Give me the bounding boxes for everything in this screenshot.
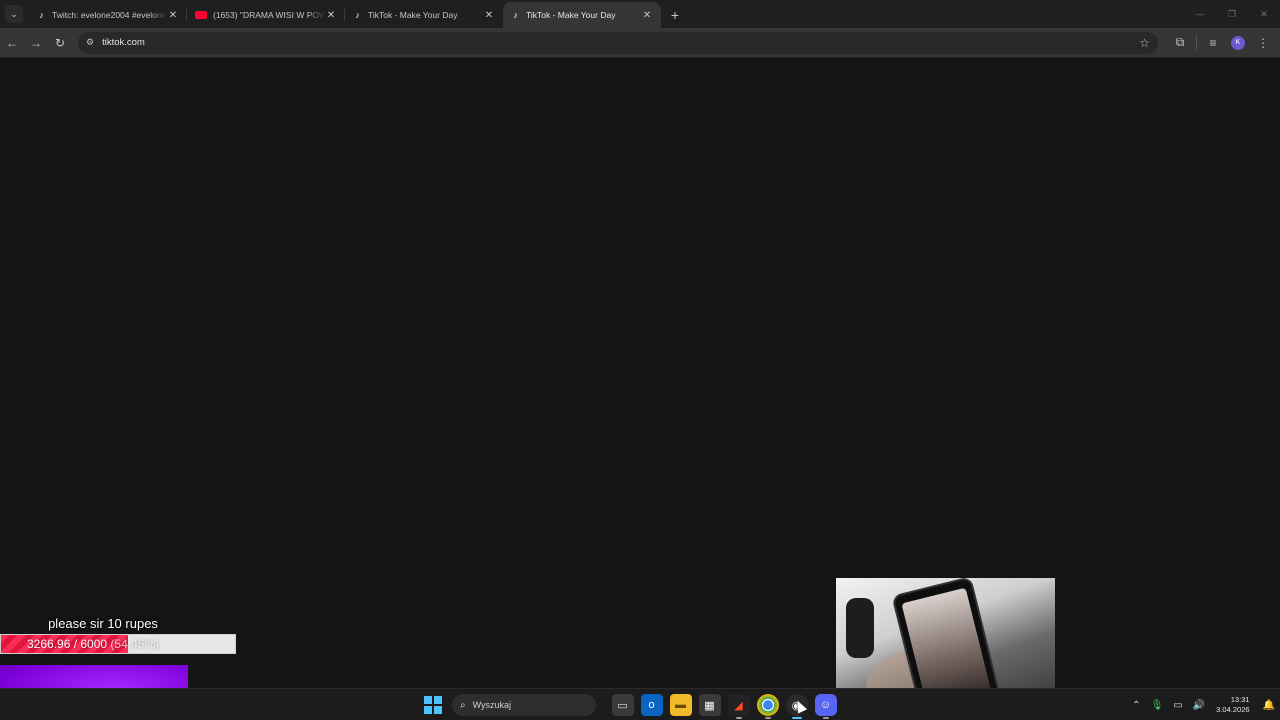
tiktok-icon: ♪ — [513, 10, 518, 20]
tiktok-icon: ♪ — [39, 10, 44, 20]
taskbar: ⌕ Wyszukaj ▭ o ▬ ▦ ◢ ◉ ☺ ⌃ 🎙 ▭ 🔊 13:31 3… — [0, 688, 1280, 720]
media-app-icon[interactable]: ◢ — [727, 694, 750, 719]
youtube-icon — [195, 11, 207, 19]
browser-toolbar: ← → ↻ ⚙ tiktok.com ☆ ⧉ ≡ K ⋮ — [0, 28, 1280, 58]
tab-title: Twitch: evelone2004 #evelone # — [52, 10, 167, 20]
tab-tiktok-active[interactable]: ♪ TikTok - Make Your Day ✕ — [503, 2, 661, 28]
page-viewport[interactable] — [0, 58, 1280, 688]
bookmark-star-icon[interactable]: ☆ — [1139, 36, 1150, 50]
reload-icon[interactable]: ↻ — [48, 31, 72, 55]
minimize-icon[interactable]: — — [1184, 0, 1216, 28]
start-button[interactable] — [424, 696, 442, 714]
tab-twitch[interactable]: ♪ Twitch: evelone2004 #evelone # ✕ — [29, 2, 187, 28]
address-bar[interactable]: ⚙ tiktok.com ☆ — [78, 31, 1158, 54]
microphone-icon[interactable]: 🎙 — [1151, 700, 1164, 711]
close-icon[interactable]: ✕ — [167, 10, 179, 21]
profile-avatar[interactable]: K — [1231, 35, 1245, 50]
chevron-up-icon[interactable]: ⌃ — [1132, 700, 1140, 711]
tiktok-icon: ♪ — [355, 10, 360, 20]
tab-youtube[interactable]: (1653) "DRAMA WISI W POWIE ✕ — [187, 2, 345, 28]
store-icon[interactable]: ▦ — [698, 694, 721, 716]
donation-goal-label: 3266.96 / 6000 (54.45%) — [27, 637, 159, 651]
chrome-icon[interactable] — [756, 694, 779, 719]
outlook-icon[interactable]: o — [640, 694, 663, 716]
microphone — [846, 598, 874, 658]
clock[interactable]: 13:31 3.04.2026 — [1216, 695, 1249, 715]
media-control-icon[interactable]: ≡ — [1201, 31, 1225, 55]
toolbar-divider — [1196, 35, 1197, 50]
close-icon[interactable]: ✕ — [325, 10, 337, 21]
tab-title: (1653) "DRAMA WISI W POWIE — [213, 10, 325, 20]
back-icon[interactable]: ← — [0, 31, 24, 55]
donation-goal-title: please sir 10 rupes — [48, 616, 158, 631]
goal-progress-value: 3266.96 / 6000 — [27, 637, 108, 651]
menu-kebab-icon[interactable]: ⋮ — [1251, 31, 1275, 55]
tab-tiktok[interactable]: ♪ TikTok - Make Your Day ✕ — [345, 2, 503, 28]
system-tray: ⌃ 🎙 ▭ 🔊 13:31 3.04.2026 🔔 — [1127, 689, 1280, 720]
url-text[interactable]: tiktok.com — [102, 37, 1139, 48]
search-icon: ⌕ — [460, 699, 466, 711]
goal-percent: (54.45%) — [110, 637, 160, 651]
close-icon[interactable]: ✕ — [483, 10, 495, 21]
screen: ⌄ ♪ Twitch: evelone2004 #evelone # ✕ (16… — [0, 0, 1280, 720]
discord-icon[interactable]: ☺ — [814, 694, 837, 719]
restore-icon[interactable]: ❐ — [1216, 0, 1248, 28]
clock-time: 13:31 — [1230, 695, 1250, 704]
search-placeholder: Wyszukaj — [472, 700, 512, 710]
tab-strip: ⌄ ♪ Twitch: evelone2004 #evelone # ✕ (16… — [0, 0, 1280, 28]
taskbar-center: ⌕ Wyszukaj ▭ o ▬ ▦ ◢ ◉ ☺ — [424, 692, 840, 719]
toolbar-actions: ⧉ ≡ K ⋮ — [1168, 31, 1275, 55]
tab-title: TikTok - Make Your Day — [368, 10, 458, 20]
extensions-icon[interactable]: ⧉ — [1168, 31, 1192, 55]
new-tab-button[interactable]: + — [665, 5, 685, 25]
notifications-icon[interactable]: 🔔 — [1263, 700, 1275, 711]
clock-date: 3.04.2026 — [1216, 705, 1250, 714]
tab-search-button[interactable]: ⌄ — [5, 5, 23, 23]
donation-goal-bar: 3266.96 / 6000 (54.45%) — [0, 634, 236, 654]
task-view-icon[interactable]: ▭ — [611, 694, 634, 716]
window-controls: — ❐ ✕ — [1184, 0, 1280, 28]
tab-title: TikTok - Make Your Day — [526, 10, 616, 20]
network-icon[interactable]: ▭ — [1173, 700, 1182, 711]
close-window-icon[interactable]: ✕ — [1248, 0, 1280, 28]
close-icon[interactable]: ✕ — [641, 10, 653, 21]
volume-icon[interactable]: 🔊 — [1193, 700, 1205, 711]
taskbar-search[interactable]: ⌕ Wyszukaj — [452, 694, 596, 716]
file-explorer-icon[interactable]: ▬ — [669, 694, 692, 716]
forward-icon[interactable]: → — [24, 31, 48, 55]
site-settings-icon[interactable]: ⚙ — [86, 37, 94, 48]
chevron-down-icon: ⌄ — [10, 8, 18, 19]
